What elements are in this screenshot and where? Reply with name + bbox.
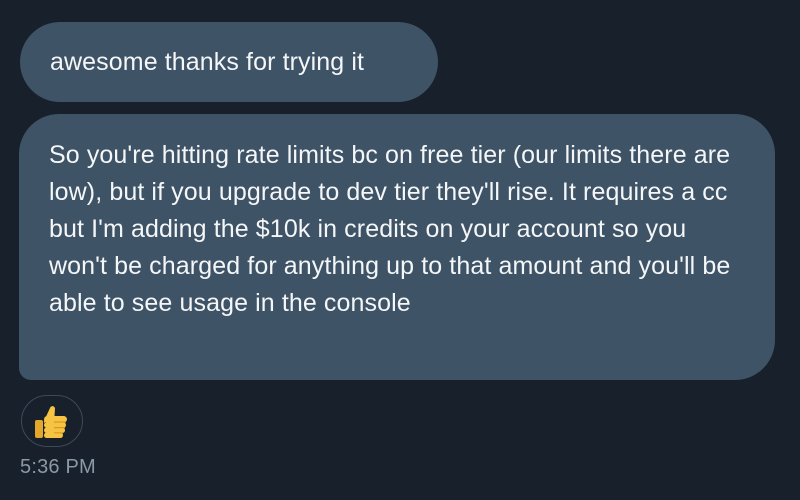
chat-thread: awesome thanks for trying it So you're h…	[0, 0, 800, 500]
message-text: awesome thanks for trying it	[50, 48, 365, 76]
message-timestamp: 5:36 PM	[20, 456, 96, 478]
thumbs-up-icon	[35, 406, 67, 438]
message-text: So you're hitting rate limits bc on free…	[49, 141, 731, 317]
reaction-badge[interactable]	[21, 395, 83, 447]
message-bubble[interactable]: So you're hitting rate limits bc on free…	[19, 114, 775, 380]
message-bubble[interactable]: awesome thanks for trying it	[20, 22, 438, 102]
